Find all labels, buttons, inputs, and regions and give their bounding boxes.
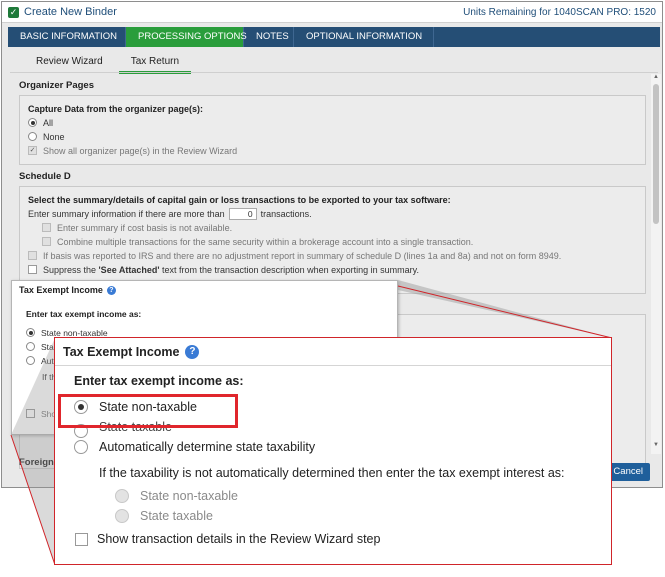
- vertical-scrollbar[interactable]: ▲ ▼: [651, 74, 661, 454]
- title-bar: ✓ Create New Binder Units Remaining for …: [2, 2, 662, 23]
- sub-non-taxable-label: State non-taxable: [140, 489, 238, 503]
- suppress-option[interactable]: Suppress the 'See Attached' text from th…: [28, 263, 637, 276]
- summary-threshold-prefix: Enter summary information if there are m…: [28, 208, 225, 219]
- suppress-label-bold: 'See Attached': [98, 264, 160, 275]
- zoom-if-not-auto-text: If the taxability is not automatically d…: [99, 466, 565, 480]
- help-icon[interactable]: ?: [106, 285, 116, 295]
- suppress-label-post: text from the transaction description wh…: [159, 264, 419, 275]
- tab-notes[interactable]: NOTES: [244, 27, 294, 47]
- scrollbar-thumb[interactable]: [653, 84, 659, 224]
- small-non-taxable-label: State non-taxable: [41, 327, 108, 338]
- auto-determine-radio[interactable]: [74, 440, 88, 454]
- organizer-none-radio[interactable]: [28, 132, 37, 141]
- cost-basis-checkbox[interactable]: [42, 223, 51, 232]
- window-title: Create New Binder: [24, 6, 117, 18]
- subtab-divider: [10, 72, 658, 73]
- scroll-up-icon[interactable]: ▲: [651, 74, 661, 80]
- small-auto-label: Aut: [41, 355, 54, 366]
- transactions-count-input[interactable]: 0: [228, 207, 257, 220]
- basis-irs-label: If basis was reported to IRS and there a…: [43, 250, 562, 261]
- help-question-icon[interactable]: ?: [185, 345, 200, 359]
- combine-checkbox[interactable]: [42, 237, 51, 246]
- small-non-taxable-radio[interactable]: [26, 328, 35, 337]
- taxable-radio[interactable]: [74, 424, 88, 438]
- schedule-d-heading: Select the summary/details of capital ga…: [28, 194, 451, 205]
- organizer-all-option[interactable]: All: [28, 116, 637, 129]
- sub-non-taxable-radio[interactable]: [115, 489, 129, 503]
- organizer-show-all-checkbox[interactable]: ✓: [28, 146, 37, 155]
- zoom-show-details-option[interactable]: Show transaction details in the Review W…: [75, 532, 380, 546]
- zoom-title-row: Tax Exempt Income ?: [63, 345, 200, 359]
- non-taxable-radio[interactable]: [74, 400, 88, 414]
- zoom-sub-taxable[interactable]: State taxable: [115, 509, 213, 523]
- small-taxable-label: Sta: [41, 341, 54, 352]
- subtab-tax-return[interactable]: Tax Return: [118, 54, 192, 74]
- organizer-show-all-option[interactable]: ✓ Show all organizer page(s) in the Revi…: [28, 144, 637, 157]
- tax-exempt-zoom-panel: Tax Exempt Income ? Enter tax exempt inc…: [54, 337, 612, 565]
- organizer-all-radio[interactable]: [28, 118, 37, 127]
- summary-threshold-suffix: transactions.: [260, 208, 312, 219]
- tab-optional-information[interactable]: OPTIONAL INFORMATION: [294, 27, 434, 47]
- units-remaining: Units Remaining for 1040SCAN PRO: 1520: [463, 6, 656, 18]
- small-taxable-radio[interactable]: [26, 342, 35, 351]
- combine-option[interactable]: Combine multiple transactions for the sa…: [42, 235, 637, 248]
- tax-exempt-small-title: Tax Exempt Income: [19, 285, 103, 295]
- show-details-label: Show transaction details in the Review W…: [97, 532, 381, 546]
- organizer-pages-panel: Capture Data from the organizer page(s):…: [19, 95, 646, 165]
- sub-tabs: Review Wizard Tax Return: [24, 54, 192, 74]
- schedule-d-title: Schedule D: [19, 171, 71, 182]
- zoom-heading: Enter tax exempt income as:: [74, 374, 244, 388]
- zoom-opt-non-taxable[interactable]: State non-taxable: [74, 400, 197, 414]
- non-taxable-label: State non-taxable: [99, 400, 197, 414]
- organizer-show-all-label: Show all organizer page(s) in the Review…: [43, 145, 238, 156]
- basis-irs-checkbox[interactable]: [28, 251, 37, 260]
- scroll-down-icon[interactable]: ▼: [651, 442, 661, 448]
- combine-label: Combine multiple transactions for the sa…: [57, 236, 474, 247]
- app-logo-icon: ✓: [8, 6, 19, 18]
- show-details-checkbox[interactable]: [75, 532, 88, 546]
- organizer-none-label: None: [43, 131, 65, 142]
- small-auto-radio[interactable]: [26, 356, 35, 365]
- zoom-opt-auto[interactable]: Automatically determine state taxability: [74, 440, 315, 454]
- organizer-heading: Capture Data from the organizer page(s):: [28, 103, 204, 114]
- sub-taxable-label: State taxable: [140, 509, 213, 523]
- organizer-all-label: All: [43, 117, 54, 128]
- zoom-title: Tax Exempt Income: [63, 345, 180, 359]
- summary-threshold-row: Enter summary information if there are m…: [28, 207, 637, 220]
- suppress-label-pre: Suppress the: [43, 264, 99, 275]
- small-heading: Enter tax exempt income as:: [26, 308, 142, 319]
- tab-basic-information[interactable]: BASIC INFORMATION: [8, 27, 126, 47]
- tax-exempt-small-title-row: Tax Exempt Income ?: [19, 285, 397, 295]
- zoom-sub-non-taxable[interactable]: State non-taxable: [115, 489, 238, 503]
- tab-processing-options[interactable]: PROCESSING OPTIONS: [126, 27, 247, 47]
- zoom-opt-taxable[interactable]: [74, 420, 99, 438]
- cost-basis-label: Enter summary if cost basis is not avail…: [57, 222, 233, 233]
- cost-basis-option[interactable]: Enter summary if cost basis is not avail…: [42, 221, 637, 234]
- basis-irs-option[interactable]: If basis was reported to IRS and there a…: [28, 249, 637, 262]
- organizer-pages-title: Organizer Pages: [19, 80, 94, 91]
- auto-determine-label: Automatically determine state taxability: [99, 440, 316, 454]
- taxable-label-cut: State taxable: [99, 421, 172, 431]
- small-show-checkbox[interactable]: [26, 409, 35, 418]
- zoom-title-divider: [55, 365, 611, 366]
- schedule-d-panel: Select the summary/details of capital ga…: [19, 186, 646, 294]
- suppress-checkbox[interactable]: [28, 265, 37, 274]
- subtab-review-wizard[interactable]: Review Wizard: [24, 54, 115, 74]
- organizer-none-option[interactable]: None: [28, 130, 637, 143]
- sub-taxable-radio[interactable]: [115, 509, 129, 523]
- main-tabs: BASIC INFORMATION PROCESSING OPTIONS NOT…: [8, 27, 660, 47]
